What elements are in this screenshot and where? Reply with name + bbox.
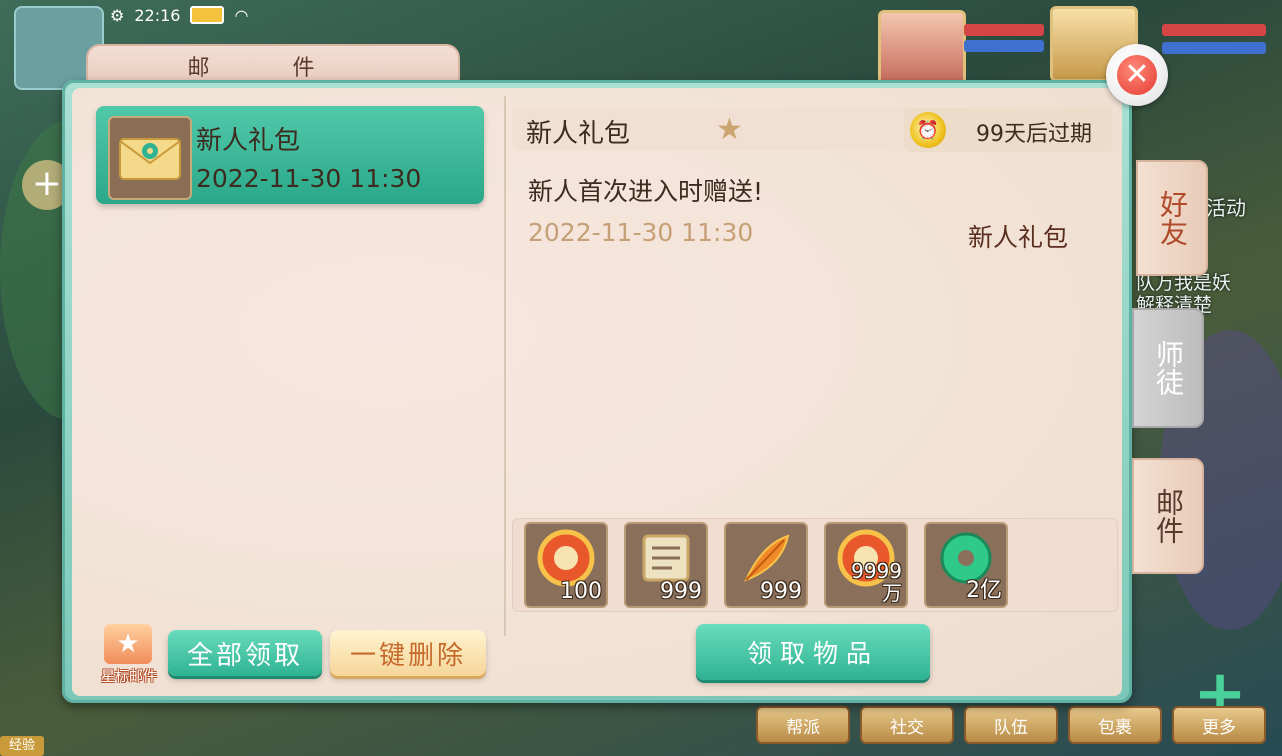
mail-item-title: 新人礼包 [196, 126, 301, 156]
attachment-qty: 100 [560, 579, 602, 604]
star-mail-icon[interactable]: ★ [104, 624, 152, 664]
bottom-menu: 帮派 社交 队伍 包裹 更多 [756, 706, 1266, 744]
activity-label: 活动 [1206, 196, 1246, 220]
tab-mail-label: 邮件 [1152, 488, 1185, 544]
delete-all-button[interactable]: 一键删除 [330, 630, 486, 676]
tab-mentor[interactable]: 师徒 [1132, 308, 1204, 428]
bottom-button-social[interactable]: 社交 [860, 706, 954, 744]
attachment-slot[interactable]: 999 [624, 522, 708, 608]
close-button[interactable]: ✕ [1106, 44, 1168, 106]
gear-icon[interactable]: ⚙ [110, 6, 124, 25]
panel-divider [504, 96, 506, 636]
tab-mentor-label: 师徒 [1152, 340, 1185, 396]
claim-all-button[interactable]: 全部领取 [168, 630, 322, 676]
attachment-slot[interactable]: 2亿 [924, 522, 1008, 608]
bottom-button-bag[interactable]: 包裹 [1068, 706, 1162, 744]
clock-time: 22:16 [134, 5, 181, 25]
claim-items-button[interactable]: 领取物品 [696, 624, 930, 680]
exp-label: 经验 [0, 736, 44, 756]
attachment-qty: 999 [760, 579, 802, 604]
bottom-button-team[interactable]: 队伍 [964, 706, 1058, 744]
mail-detail-title: 新人礼包 [526, 119, 631, 149]
mail-body-date: 2022-11-30 11:30 [528, 218, 754, 247]
tab-friends-label: 好友 [1156, 190, 1189, 246]
bottom-button-more[interactable]: 更多 [1172, 706, 1266, 744]
player-mp-bar [1162, 42, 1266, 54]
wifi-icon: ◠ [234, 5, 249, 25]
panel-title: 邮 件 [187, 56, 353, 81]
mail-sender: 新人礼包 [968, 223, 1069, 252]
attachment-qty: 2亿 [966, 578, 1002, 603]
attachment-slot[interactable]: 100 [524, 522, 608, 608]
tab-friends[interactable]: 好友 [1136, 160, 1208, 276]
party-member-hp-bar [964, 24, 1044, 36]
mail-body-text: 新人首次进入时赠送! [528, 177, 764, 206]
close-icon: ✕ [1117, 55, 1157, 95]
attachment-qty: 999 [660, 579, 702, 604]
party-member-mp-bar [964, 40, 1044, 52]
star-icon[interactable]: ★ [716, 112, 743, 147]
tab-mail[interactable]: 邮件 [1132, 458, 1204, 574]
alarm-clock-icon: ⏰ [910, 112, 946, 148]
bottom-button-guild[interactable]: 帮派 [756, 706, 850, 744]
mail-item-date: 2022-11-30 11:30 [196, 164, 422, 193]
envelope-icon [108, 116, 192, 200]
battery-icon [190, 6, 225, 24]
attachment-slot[interactable]: 9999万 [824, 522, 908, 608]
player-hp-bar [1162, 24, 1266, 36]
expire-text: 99天后过期 [976, 122, 1092, 147]
status-bar: ⚙ 22:16 ◠ [110, 0, 248, 30]
attachment-qty: 9999万 [851, 559, 902, 605]
star-mail-label[interactable]: 星标邮件 [96, 666, 162, 686]
party-member-portrait[interactable] [878, 10, 966, 86]
attachment-slot[interactable]: 999 [724, 522, 808, 608]
